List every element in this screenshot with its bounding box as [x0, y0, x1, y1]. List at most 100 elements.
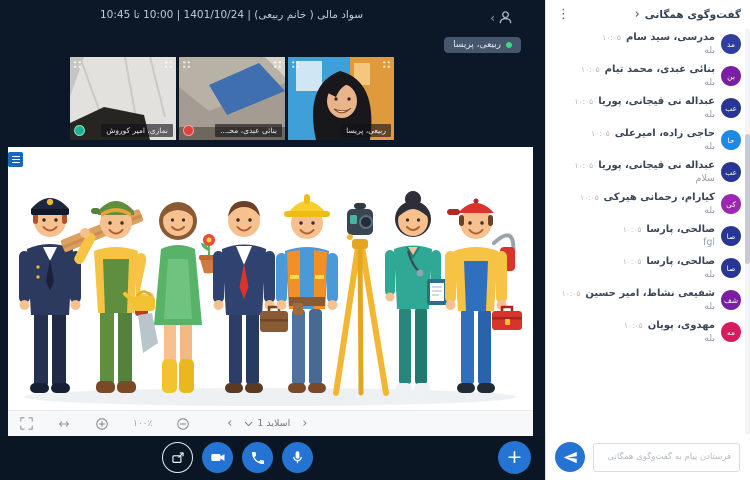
chat-message-input[interactable]	[593, 442, 740, 472]
professions-illustration	[19, 191, 522, 406]
share-screen-button[interactable]	[162, 442, 193, 473]
zoom-in-button[interactable]	[95, 417, 109, 431]
send-message-button[interactable]	[555, 442, 585, 472]
sender-name: مهدوی، پویان	[647, 320, 715, 331]
video-thumbnail-3[interactable]: ربیعی، پریسا	[288, 57, 394, 140]
message-time: ۱۰:۰۵	[574, 97, 594, 106]
sender-name: کیارام، رحمانی هیرکی	[603, 192, 715, 203]
message-text: بله	[704, 141, 715, 152]
avatar: عب	[721, 98, 741, 118]
person-icon	[499, 11, 512, 24]
phone-icon	[251, 451, 264, 464]
scrollbar-thumb[interactable]	[745, 134, 750, 264]
session-title: سواد مالی ( خانم ربیعی) | 1401/10/24 | 1…	[100, 9, 364, 21]
video-thumbnails-strip: نمازی، امیر کوروش بنائی عبدی، محـ... ربی…	[70, 57, 394, 140]
muted-status-dot	[183, 125, 194, 136]
whiteboard-toolbar: ۱۰۰٪ ‹ اسلاید 1 ›	[8, 410, 533, 436]
conference-main-area: سواد مالی ( خانم ربیعی) | 1401/10/24 | 1…	[0, 0, 545, 480]
slide-number-label: اسلاید 1	[257, 418, 291, 429]
paper-plane-icon	[563, 451, 577, 463]
chat-message: کی کیارام، رحمانی هیرکی ۱۰:۰۵ بله	[558, 192, 741, 216]
collapse-chat-chevron-icon[interactable]: ‹	[635, 8, 640, 21]
online-status-dot	[74, 125, 85, 136]
next-slide-button[interactable]: ›	[302, 417, 307, 430]
zoom-level-label: ۱۰۰٪	[133, 418, 153, 429]
participants-toggle-button[interactable]: ‹	[490, 10, 513, 25]
chat-message: صا صالحی، پارسا ۱۰:۰۵ بله	[558, 256, 741, 280]
avatar: حا	[721, 130, 741, 150]
message-time: ۱۰:۰۵	[602, 33, 621, 42]
sender-name: حاجی زاده، امیرعلی	[614, 128, 715, 139]
chat-message: شف شفیعی نشاط، امیر حسین ۱۰:۰۵ بله	[558, 288, 741, 312]
microphone-button[interactable]	[282, 442, 313, 473]
video-thumbnail-1[interactable]: نمازی، امیر کوروش	[70, 57, 176, 140]
avatar: بن	[721, 66, 741, 86]
chat-menu-kebab-icon[interactable]: ⋮	[555, 7, 572, 22]
app-window: سواد مالی ( خانم ربیعی) | 1401/10/24 | 1…	[0, 0, 750, 480]
avatar: صا	[721, 258, 741, 278]
message-time: ۱۰:۰۵	[574, 161, 594, 170]
message-time: ۱۰:۰۵	[591, 129, 610, 138]
message-text: بله	[704, 301, 715, 312]
video-thumbnail-2[interactable]: بنائی عبدی، محـ...	[179, 57, 285, 140]
pilot-figure	[19, 198, 81, 393]
phone-button[interactable]	[242, 442, 273, 473]
previous-slide-button[interactable]: ‹	[227, 417, 232, 430]
chat-header: گفت‌وگوی همگانی ‹ ⋮	[546, 0, 750, 29]
message-text: بله	[704, 45, 715, 56]
slide-navigation: ‹ اسلاید 1 ›	[227, 417, 307, 430]
fullscreen-button[interactable]	[20, 417, 33, 430]
message-text: سلام	[695, 173, 715, 184]
message-time: ۱۰:۰۵	[624, 321, 643, 330]
chat-input-bar	[546, 434, 750, 480]
nurse-figure	[385, 191, 447, 393]
sender-name: صالحی، پارسا	[646, 256, 715, 267]
message-time: ۱۰:۰۵	[622, 257, 642, 266]
message-text: بله	[704, 109, 715, 120]
chat-message: مه مهدوی، پویان ۱۰:۰۵ بله	[558, 320, 741, 344]
chevron-left-icon: ‹	[490, 10, 495, 25]
message-time: ۱۰:۰۵	[561, 289, 581, 298]
construction-worker-figure	[276, 194, 338, 393]
bottom-action-bar: +	[0, 436, 545, 480]
camera-icon	[211, 454, 225, 461]
mechanic-figure	[445, 198, 522, 393]
canvas-toolbar-handle[interactable]	[8, 152, 23, 167]
video-participant-name: نمازی، امیر کوروش	[101, 124, 173, 137]
whiteboard-slide-canvas[interactable]	[8, 147, 533, 410]
chat-message: عب عبداله نی قیجانی، پوریا ۱۰:۰۵ بله	[558, 96, 741, 120]
slide-selector-dropdown[interactable]: اسلاید 1	[244, 418, 290, 429]
message-text: بله	[704, 77, 715, 88]
corner-marks-icon	[164, 60, 173, 69]
avatar: مه	[721, 322, 741, 342]
add-actions-button[interactable]: +	[498, 441, 531, 474]
chat-message: صا صالحی، پارسا ۱۰:۰۵ fgl	[558, 224, 741, 248]
chevron-down-icon	[244, 421, 253, 426]
chat-scrollbar	[745, 29, 750, 434]
message-time: ۱۰:۰۵	[579, 193, 599, 202]
zoom-out-icon	[177, 417, 190, 430]
camera-button[interactable]	[202, 442, 233, 473]
video-participant-name: ربیعی، پریسا	[341, 124, 391, 137]
share-screen-icon	[171, 451, 184, 463]
microphone-icon	[293, 451, 302, 464]
zoom-out-button[interactable]	[176, 417, 190, 431]
sender-name: عبداله نی قیجانی، پوریا	[598, 96, 715, 107]
active-speaker-name: ربیعی، پریسا	[453, 40, 501, 50]
video-participant-name: بنائی عبدی، محـ...	[215, 124, 282, 137]
chat-title: گفت‌وگوی همگانی	[644, 8, 741, 21]
chat-message: حا حاجی زاده، امیرعلی ۱۰:۰۵ بله	[558, 128, 741, 152]
public-chat-panel: گفت‌وگوی همگانی ‹ ⋮ مد مدرسی، سید سام ۱۰…	[545, 0, 750, 480]
active-speaker-badge: ربیعی، پریسا	[444, 37, 521, 53]
chat-message: مد مدرسی، سید سام ۱۰:۰۵ بله	[558, 32, 741, 56]
theodolite-tripod-figure	[333, 203, 389, 396]
avatar: صا	[721, 226, 741, 246]
message-time: ۱۰:۰۵	[622, 225, 642, 234]
speaking-indicator-dot	[506, 42, 512, 48]
corner-marks-icon	[182, 60, 191, 69]
avatar: مد	[721, 34, 741, 54]
message-text: fgl	[702, 237, 715, 248]
fit-width-button[interactable]	[57, 418, 71, 430]
avatar: شف	[721, 290, 741, 310]
message-text: بله	[704, 269, 715, 280]
